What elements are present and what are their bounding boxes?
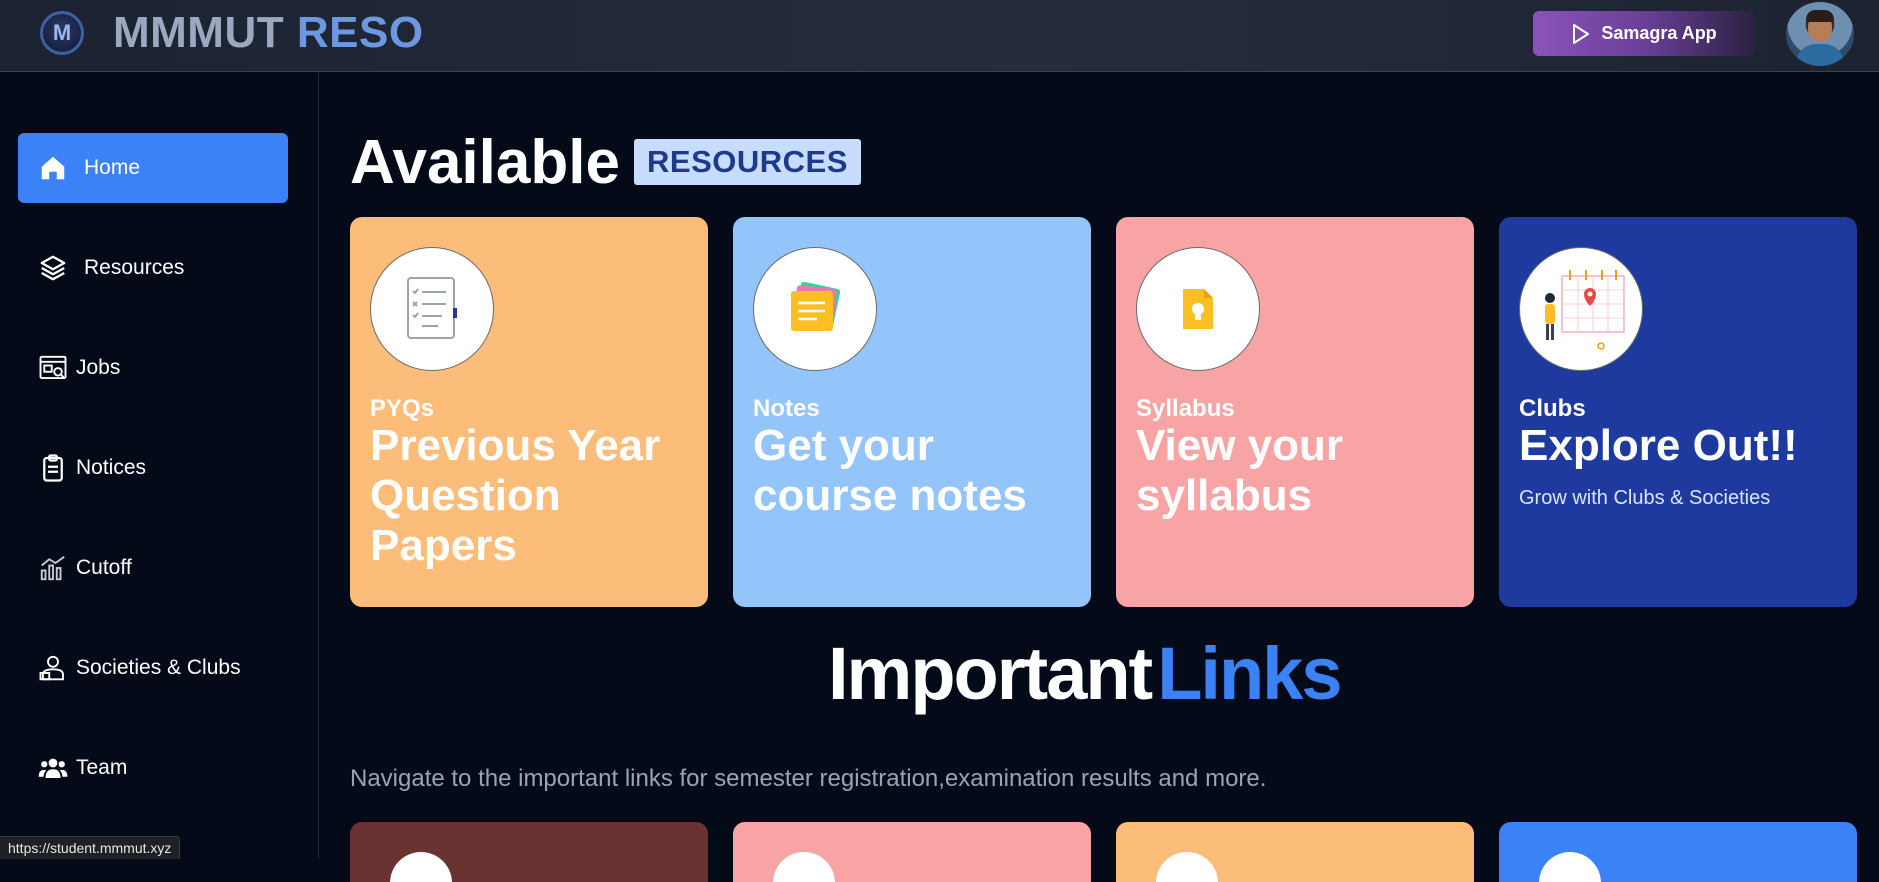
- clipboard-icon: [36, 451, 70, 485]
- resource-card-pyqs[interactable]: PYQs Previous Year Question Papers: [350, 217, 708, 607]
- link-card[interactable]: [350, 822, 708, 882]
- card-headline: Previous Year Question Papers: [370, 421, 661, 570]
- sidebar-item-label: Notices: [76, 456, 147, 479]
- link-card[interactable]: [733, 822, 1091, 882]
- card-headline: Get your course notes: [753, 421, 1027, 520]
- important-links-word-1: Important: [828, 632, 1153, 715]
- bar-chart-icon: [36, 551, 70, 585]
- brand-title[interactable]: MMMUT RESO: [113, 8, 424, 58]
- resource-card-syllabus[interactable]: Syllabus View your syllabus: [1116, 217, 1474, 607]
- sidebar-item-societies-clubs[interactable]: Societies & Clubs: [18, 633, 288, 703]
- brand-part-2: RESO: [296, 8, 424, 57]
- status-bar-url: https://student.mmmut.xyz: [0, 836, 181, 859]
- home-icon: [36, 151, 70, 185]
- link-card[interactable]: [1499, 822, 1857, 882]
- sidebar-item-team[interactable]: Team: [18, 733, 288, 803]
- sticky-notes-icon: [753, 247, 877, 371]
- jobs-icon: [36, 351, 70, 385]
- brand-part-1: MMMUT: [113, 8, 285, 57]
- link-card[interactable]: [1116, 822, 1474, 882]
- sidebar-item-label: Team: [76, 756, 128, 779]
- people-badge-icon: [36, 651, 70, 685]
- avatar[interactable]: [1786, 2, 1854, 66]
- top-bar: M MMMUT RESO Samagra App: [0, 0, 1879, 72]
- document-idea-icon: [1136, 247, 1260, 371]
- card-kicker: Notes: [753, 395, 820, 422]
- card-kicker: PYQs: [370, 395, 435, 422]
- play-icon: [1573, 23, 1590, 44]
- sidebar-item-label: Home: [84, 156, 141, 179]
- sidebar: Home Resources Jobs Notices Cutoff Socie…: [0, 73, 319, 858]
- card-subtitle: Grow with Clubs & Societies: [1519, 487, 1771, 509]
- important-links-description: Navigate to the important links for seme…: [350, 765, 1267, 792]
- calendar-person-icon: [1519, 247, 1643, 371]
- sidebar-item-cutoff[interactable]: Cutoff: [18, 533, 288, 603]
- sidebar-item-jobs[interactable]: Jobs: [18, 333, 288, 403]
- resources-tag: RESOURCES: [634, 139, 861, 185]
- main-content: Available RESOURCES PYQs Previous Year Q…: [320, 73, 1879, 882]
- sidebar-item-label: Jobs: [76, 356, 121, 379]
- team-icon: [36, 751, 70, 785]
- sidebar-item-label: Cutoff: [76, 556, 132, 579]
- important-links-title: ImportantLinks: [828, 631, 1342, 716]
- resource-card-notes[interactable]: Notes Get your course notes: [733, 217, 1091, 607]
- page-title: Available: [350, 128, 620, 197]
- card-headline: View your syllabus: [1136, 421, 1344, 520]
- sidebar-item-notices[interactable]: Notices: [18, 433, 288, 503]
- layers-icon: [36, 251, 70, 285]
- logo-icon[interactable]: M: [40, 11, 84, 55]
- sidebar-item-label: Societies & Clubs: [76, 656, 241, 679]
- question-paper-icon: [370, 247, 494, 371]
- samagra-app-button[interactable]: Samagra App: [1533, 11, 1755, 56]
- card-kicker: Syllabus: [1136, 395, 1235, 422]
- sidebar-item-label: Resources: [84, 256, 185, 279]
- samagra-app-label: Samagra App: [1601, 23, 1717, 43]
- card-kicker: Clubs: [1519, 395, 1586, 422]
- resource-card-clubs[interactable]: Clubs Explore Out!! Grow with Clubs & So…: [1499, 217, 1857, 607]
- important-links-word-2: Links: [1157, 632, 1342, 715]
- sidebar-item-resources[interactable]: Resources: [18, 233, 288, 303]
- card-headline: Explore Out!!: [1519, 421, 1798, 470]
- sidebar-item-home[interactable]: Home: [18, 133, 288, 203]
